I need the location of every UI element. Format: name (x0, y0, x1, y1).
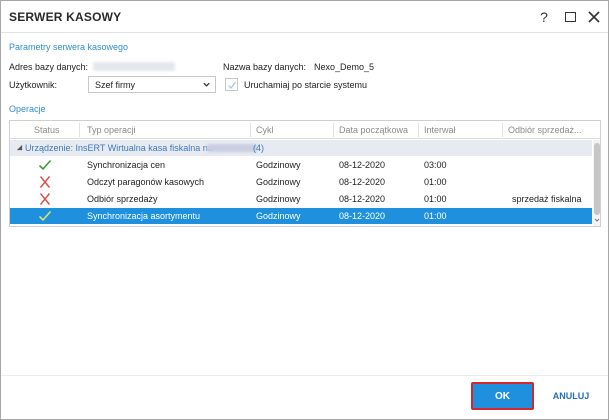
dialog-window: SERWER KASOWY ? Parametry serwera kasowe… (0, 0, 609, 420)
column-header-interval[interactable]: Interwał (424, 125, 456, 135)
table-row[interactable]: Odczyt paragonów kasowych Godzinowy 08-1… (10, 174, 592, 190)
title-bar: SERWER KASOWY ? (1, 1, 608, 33)
autostart-checkbox[interactable] (225, 78, 238, 91)
user-select[interactable]: Szef firmy (88, 76, 216, 93)
cell-type: Odczyt paragonów kasowych (87, 177, 205, 187)
user-label: Użytkownik: (9, 80, 58, 90)
cell-start-date: 08-12-2020 (339, 160, 386, 170)
cell-type: Synchronizacja cen (87, 160, 166, 170)
close-icon (588, 11, 600, 23)
device-group-row[interactable]: Urządzenie: InsERT Wirtualna kasa fiskal… (10, 140, 592, 156)
column-divider (502, 123, 503, 137)
operations-section-title: Operacje (9, 104, 46, 114)
maximize-button[interactable] (560, 7, 580, 27)
column-divider (79, 123, 80, 137)
collapse-triangle-icon (16, 144, 23, 151)
footer-divider (1, 375, 608, 376)
cell-cycle: Godzinowy (256, 194, 301, 204)
db-address-value-redacted (93, 62, 175, 71)
db-address-label: Adres bazy danych: (9, 62, 89, 72)
scrollbar-thumb[interactable] (594, 143, 600, 215)
device-name-redacted (207, 144, 257, 152)
close-button[interactable] (584, 7, 604, 27)
table-row-selected[interactable]: Synchronizacja asortymentu Godzinowy 08-… (10, 208, 592, 224)
column-header-status[interactable]: Status (34, 125, 60, 135)
cell-cycle: Godzinowy (256, 160, 301, 170)
cell-start-date: 08-12-2020 (339, 211, 386, 221)
cell-start-date: 08-12-2020 (339, 194, 386, 204)
checkmark-icon (228, 81, 236, 89)
cell-interval: 01:00 (424, 211, 447, 221)
column-divider (250, 123, 251, 137)
cancel-button[interactable]: ANULUJ (549, 382, 593, 410)
column-divider (418, 123, 419, 137)
ok-icon (38, 159, 52, 171)
autostart-label: Uruchamiaj po starcie systemu (244, 80, 368, 90)
device-group-prefix: Urządzenie: (25, 143, 76, 153)
column-header-cycle[interactable]: Cykl (256, 125, 274, 135)
cell-interval: 01:00 (424, 177, 447, 187)
cell-type: Odbiór sprzedaży (87, 194, 158, 204)
operations-grid: Status Typ operacji Cykl Data początkowa… (9, 120, 601, 227)
column-header-sales[interactable]: Odbiór sprzedaż... (508, 125, 582, 135)
device-group-name: InsERT Wirtualna kasa fiskalna na (75, 143, 213, 153)
cell-interval: 03:00 (424, 160, 447, 170)
table-row[interactable]: Odbiór sprzedaży Godzinowy 08-12-2020 01… (10, 191, 592, 207)
column-header-start-date[interactable]: Data początkowa (339, 125, 408, 135)
cell-interval: 01:00 (424, 194, 447, 204)
device-group-label: Urządzenie: InsERT Wirtualna kasa fiskal… (25, 143, 213, 153)
device-group-count: (4) (253, 143, 264, 153)
table-row[interactable]: Synchronizacja cen Godzinowy 08-12-2020 … (10, 157, 592, 173)
grid-header: Status Typ operacji Cykl Data początkowa… (10, 121, 600, 139)
cell-cycle: Godzinowy (256, 211, 301, 221)
cell-sales: sprzedaż fiskalna (512, 194, 582, 204)
scroll-down-arrow-icon[interactable] (594, 217, 600, 223)
vertical-scrollbar[interactable] (593, 140, 600, 226)
ok-icon (38, 210, 52, 222)
params-section-title: Parametry serwera kasowego (9, 42, 129, 52)
ok-button[interactable]: OK (471, 382, 534, 410)
cell-cycle: Godzinowy (256, 177, 301, 187)
db-name-value: Nexo_Demo_5 (314, 62, 375, 72)
dialog-title: SERWER KASOWY (9, 10, 122, 24)
error-icon (39, 176, 51, 188)
cell-type: Synchronizacja asortymentu (87, 211, 201, 221)
cell-start-date: 08-12-2020 (339, 177, 386, 187)
user-select-value: Szef firmy (95, 79, 136, 90)
db-name-label: Nazwa bazy danych: (223, 62, 307, 72)
help-button[interactable]: ? (534, 7, 554, 27)
maximize-icon (564, 12, 576, 22)
column-divider (333, 123, 334, 137)
column-header-type[interactable]: Typ operacji (87, 125, 136, 135)
error-icon (39, 193, 51, 205)
chevron-down-icon (203, 82, 210, 87)
